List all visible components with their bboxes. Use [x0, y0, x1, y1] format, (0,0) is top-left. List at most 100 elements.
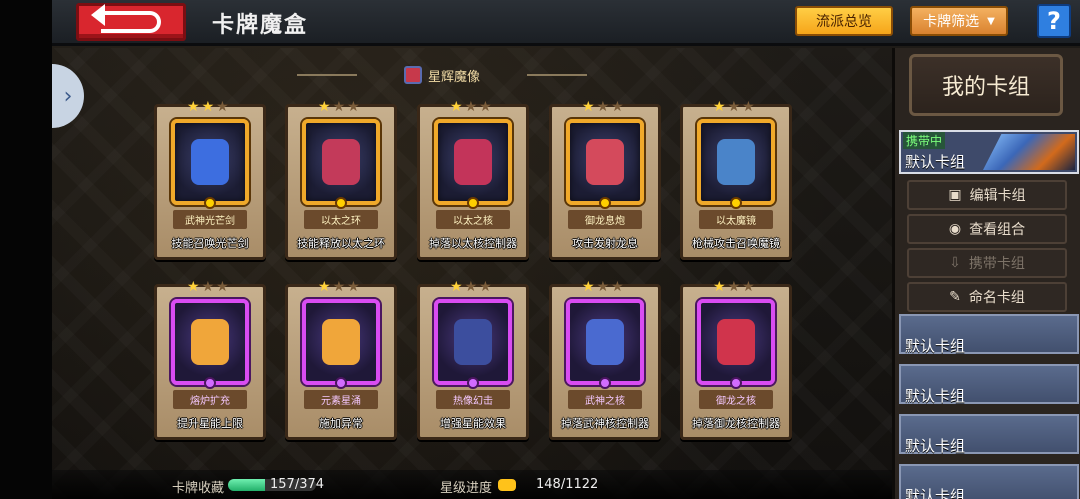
view-combo-label: 查看组合: [969, 222, 1026, 238]
expand-panel-tab[interactable]: ›: [52, 64, 84, 128]
gem-icon: [204, 197, 216, 209]
card-name: 以太之环: [304, 210, 378, 229]
card[interactable]: ★ ★ ★ 武神光芒剑 技能召唤光芒剑: [154, 99, 266, 260]
rename-deck-label: 命名卡组: [968, 290, 1025, 306]
star-icon: ★: [596, 99, 610, 115]
top-bar: 卡牌魔盒 流派总览 卡牌筛选 ▼ ?: [52, 0, 1080, 46]
star-icon: ★: [332, 279, 346, 295]
card-frame: [302, 119, 380, 209]
card[interactable]: ★ ★ ★ 武神之核 掉落武神核控制器: [549, 279, 661, 440]
edit-deck-button[interactable]: ▣ 编辑卡组: [907, 180, 1067, 210]
collection-progress-fill: [228, 479, 265, 491]
card[interactable]: ★ ★ ★ 熔炉扩充 提升星能上限: [154, 279, 266, 440]
card-stars: ★ ★ ★: [582, 279, 624, 295]
star-progress-label: 星级进度: [440, 481, 493, 496]
card-art-icon: [454, 139, 492, 185]
card-art-icon: [322, 319, 360, 365]
card-name: 武神光芒剑: [173, 210, 247, 229]
view-combo-button[interactable]: ◉ 查看组合: [907, 214, 1067, 244]
card-description: 掉落以太核控制器: [429, 237, 517, 250]
star-icon: ★: [450, 99, 463, 115]
star-icon: ★: [318, 99, 331, 115]
card-description: 增强星能效果: [440, 417, 506, 430]
deck-panel-title: 我的卡组: [909, 54, 1063, 116]
chevron-right-icon: ›: [63, 83, 73, 109]
gem-icon: [467, 377, 479, 389]
card[interactable]: ★ ★ ★ 以太之核 掉落以太核控制器: [417, 99, 529, 260]
carry-deck-label: 携带卡组: [968, 256, 1025, 272]
card-frame: [434, 119, 512, 209]
card[interactable]: ★ ★ ★ 以太之环 技能释放以太之环: [285, 99, 397, 260]
card-art-icon: [454, 319, 492, 365]
active-deck-name: 默认卡组: [905, 153, 966, 171]
card-name: 熔炉扩充: [173, 390, 247, 409]
gem-icon: [599, 197, 611, 209]
card-stars: ★ ★ ★: [318, 279, 360, 295]
star-icon: ★: [727, 279, 741, 295]
deck-slot[interactable]: 默认卡组: [899, 414, 1079, 455]
card[interactable]: ★ ★ ★ 御龙之核 掉落御龙核控制器: [680, 279, 792, 440]
star-icon: ★: [713, 99, 726, 115]
card-filter-label: 卡牌筛选: [923, 14, 980, 30]
golem-emblem-icon: [403, 66, 422, 84]
gem-icon: [335, 197, 347, 209]
card-name: 元素星涌: [304, 390, 378, 409]
active-deck[interactable]: 携带中 默认卡组: [899, 130, 1079, 174]
star-icon: ★: [582, 279, 595, 295]
gem-icon: [467, 197, 479, 209]
card-stars: ★ ★ ★: [450, 279, 492, 295]
rename-deck-button[interactable]: ✎ 命名卡组: [907, 282, 1067, 312]
page-title: 卡牌魔盒: [212, 13, 309, 38]
card-frame: [566, 299, 644, 389]
deck-slot[interactable]: 默认卡组: [899, 464, 1079, 499]
star-icon: ★: [347, 279, 360, 295]
gem-icon: [730, 197, 742, 209]
card[interactable]: ★ ★ ★ 以太魔镜枪械攻击召唤魔镜: [680, 99, 792, 260]
star-icon: ★: [742, 279, 755, 295]
card-art-icon: [191, 139, 229, 185]
section-header: 星辉魔像: [297, 64, 587, 86]
star-icon: ★: [727, 99, 741, 115]
deck-slot[interactable]: 默认卡组: [899, 314, 1079, 355]
star-icon: ★: [450, 279, 463, 295]
card-stars: ★ ★ ★: [582, 99, 624, 115]
star-icon: ★: [596, 279, 610, 295]
hero-portrait: [983, 134, 1075, 170]
gem-icon: [599, 377, 611, 389]
star-icon: ★: [479, 99, 492, 115]
deck-slot[interactable]: 默认卡组: [899, 364, 1079, 405]
card-description: 技能召唤光芒剑: [171, 237, 249, 250]
card-description: 施加异常: [319, 417, 363, 430]
card-filter-button[interactable]: 卡牌筛选 ▼: [910, 6, 1008, 36]
card-stars: ★ ★ ★: [450, 99, 492, 115]
faction-overview-button[interactable]: 流派总览: [795, 6, 893, 36]
back-button[interactable]: [76, 3, 186, 41]
card[interactable]: ★ ★ ★ 御龙息炮攻击发射龙息: [549, 99, 661, 260]
card-description: 掉落武神核控制器: [561, 417, 649, 430]
download-icon: ⇩: [949, 255, 961, 271]
card-frame: [697, 299, 775, 389]
back-arrow-icon: [91, 4, 161, 33]
help-button[interactable]: ?: [1037, 4, 1071, 38]
card-art-icon: [191, 319, 229, 365]
card[interactable]: ★ ★ ★ 元素星涌施加异常: [285, 279, 397, 440]
carry-deck-button[interactable]: ⇩ 携带卡组: [907, 248, 1067, 278]
star-icon: ★: [201, 99, 215, 115]
card-frame: [171, 119, 249, 209]
card-stars: ★ ★ ★: [713, 99, 755, 115]
deck-slot-name: 默认卡组: [905, 337, 966, 355]
card-art-icon: [586, 139, 624, 185]
section-title: 星辉魔像: [427, 69, 480, 85]
card[interactable]: ★ ★ ★ 热像幻击 增强星能效果: [417, 279, 529, 440]
card-frame: [566, 119, 644, 209]
star-icon: ★: [464, 279, 478, 295]
deck-slot-name: 默认卡组: [905, 437, 966, 455]
star-progress-icon: [498, 479, 516, 491]
card-description: 枪械攻击召唤魔镜: [692, 237, 780, 250]
card-description: 攻击发射龙息: [572, 237, 638, 250]
card-name: 以太魔镜: [699, 210, 773, 229]
card-art-icon: [586, 319, 624, 365]
card-art-icon: [322, 139, 360, 185]
pencil-icon: ✎: [949, 289, 961, 305]
card-name: 御龙息炮: [568, 210, 642, 229]
